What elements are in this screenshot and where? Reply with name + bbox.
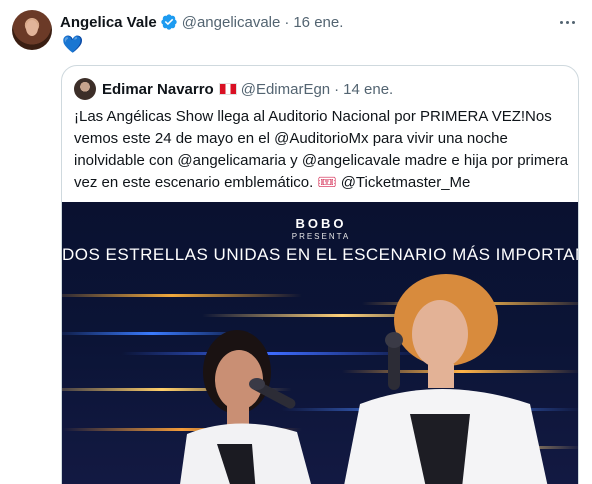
poster-brand: BOBO (295, 216, 347, 231)
avatar[interactable] (12, 10, 52, 50)
quoted-avatar[interactable] (74, 78, 96, 100)
singer-left-figure (180, 330, 312, 484)
tweet-header: Angelica Vale @angelicavale · 16 ene. (60, 12, 343, 32)
blue-heart-icon: 💙 (62, 35, 84, 54)
quoted-tweet[interactable]: Edimar Navarro @EdimarEgn · 14 ene. ¡Las… (61, 65, 579, 484)
media-image[interactable]: BOBO PRESENTA DOS ESTRELLAS UNIDAS EN EL… (62, 202, 579, 484)
peru-flag-icon (218, 83, 237, 95)
poster-brand-sub: PRESENTA (291, 232, 351, 241)
quoted-date[interactable]: 14 ene. (343, 81, 393, 98)
tweet-date[interactable]: 16 ene. (293, 14, 343, 31)
quoted-author-name[interactable]: Edimar Navarro (102, 81, 214, 98)
separator-dot: · (284, 13, 290, 31)
author-name[interactable]: Angelica Vale (60, 14, 157, 31)
quoted-author-handle[interactable]: @EdimarEgn (241, 81, 330, 98)
more-options-icon[interactable] (556, 12, 578, 32)
verified-badge-icon (161, 14, 177, 30)
singer-right-figure (344, 274, 548, 484)
quoted-text-tail: @Ticketmaster_Me (340, 174, 471, 191)
ticket-icon: 🎟 (317, 174, 337, 191)
tweet[interactable]: Angelica Vale @angelicavale · 16 ene. 💙 … (0, 0, 592, 484)
quoted-header: Edimar Navarro @EdimarEgn · 14 ene. (74, 78, 393, 100)
quoted-text: ¡Las Angélicas Show llega al Auditorio N… (74, 106, 570, 194)
author-handle[interactable]: @angelicavale (182, 14, 281, 31)
poster-headline: DOS ESTRELLAS UNIDAS EN EL ESCENARIO MÁS… (62, 245, 579, 264)
separator-dot: · (334, 80, 340, 98)
